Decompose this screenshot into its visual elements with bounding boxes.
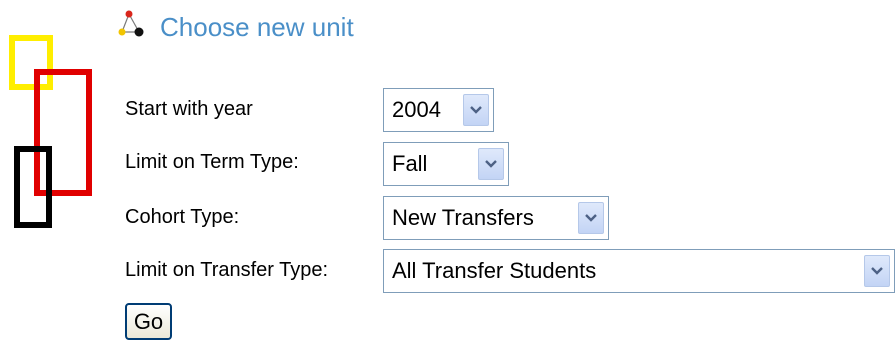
page: Choose new unit Start with year 2004 Lim… bbox=[0, 0, 896, 341]
chevron-down-icon bbox=[470, 106, 482, 114]
term-type-dropdown-button[interactable] bbox=[478, 148, 504, 180]
start-year-dropdown-button[interactable] bbox=[463, 94, 489, 126]
term-type-label: Limit on Term Type: bbox=[125, 151, 299, 173]
term-type-value: Fall bbox=[392, 151, 428, 176]
network-nodes-icon bbox=[118, 10, 144, 37]
cohort-type-value: New Transfers bbox=[392, 205, 534, 230]
chevron-down-icon bbox=[585, 214, 597, 222]
start-year-value: 2004 bbox=[392, 97, 441, 122]
transfer-type-select[interactable]: All Transfer Students bbox=[383, 249, 895, 293]
cohort-type-label: Cohort Type: bbox=[125, 206, 240, 228]
cohort-type-dropdown-button[interactable] bbox=[578, 202, 604, 234]
logo bbox=[0, 0, 100, 240]
chevron-down-icon bbox=[871, 267, 883, 275]
transfer-type-value: All Transfer Students bbox=[392, 258, 597, 283]
logo-black-rect bbox=[14, 146, 52, 228]
chevron-down-icon bbox=[485, 160, 497, 168]
start-year-select[interactable]: 2004 bbox=[383, 88, 494, 132]
cohort-type-select[interactable]: New Transfers bbox=[383, 196, 609, 240]
transfer-type-dropdown-button[interactable] bbox=[864, 255, 890, 287]
start-year-label: Start with year bbox=[125, 98, 253, 120]
go-button[interactable]: Go bbox=[125, 303, 172, 340]
transfer-type-label: Limit on Transfer Type: bbox=[125, 259, 329, 281]
page-title: Choose new unit bbox=[160, 12, 354, 42]
term-type-select[interactable]: Fall bbox=[383, 142, 509, 186]
